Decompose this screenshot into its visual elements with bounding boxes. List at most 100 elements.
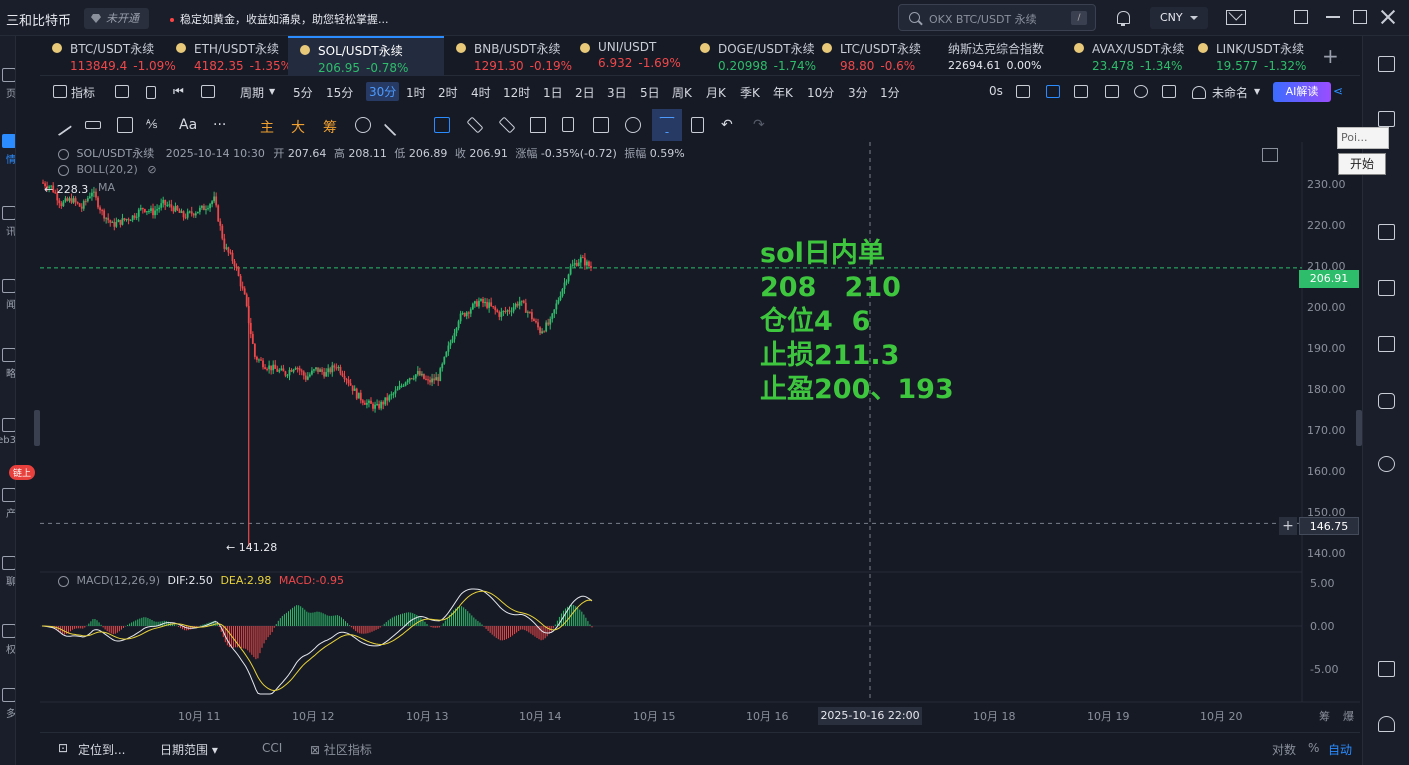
tab-symbol[interactable]: BNB/USDT永续 1291.30 -0.19% xyxy=(444,36,572,76)
wave-icon[interactable]: ⅍ xyxy=(146,117,157,131)
robot-icon[interactable] xyxy=(1378,393,1395,409)
coin-icon[interactable] xyxy=(1378,456,1395,472)
period-option[interactable]: 季K xyxy=(740,84,760,101)
sidebar-item-market[interactable]: 情 xyxy=(0,134,15,166)
fullscreen-icon[interactable] xyxy=(1262,148,1278,162)
eraser-icon[interactable] xyxy=(383,113,407,137)
period-option[interactable]: 4时 xyxy=(471,84,491,101)
bell-icon[interactable] xyxy=(1113,8,1133,28)
eye-hidden-icon[interactable]: ⊘ xyxy=(147,163,156,176)
period-option[interactable]: 3分 xyxy=(848,84,868,101)
collapse-icon[interactable] xyxy=(58,164,69,176)
split-icon[interactable] xyxy=(146,86,156,99)
collapse-icon[interactable] xyxy=(58,148,69,160)
big-order-button[interactable]: 大 xyxy=(291,117,305,137)
tab-symbol[interactable]: UNI/USDT 6.932 -1.69% xyxy=(568,36,688,76)
main-indicator-button[interactable]: 主 xyxy=(260,117,274,137)
tab-symbol[interactable]: AVAX/USDT永续 23.478 -1.34% xyxy=(1062,36,1186,76)
period-option[interactable]: 月K xyxy=(706,84,726,101)
ai-interpret-button[interactable]: AI解读 xyxy=(1273,82,1331,102)
sync-icon[interactable] xyxy=(355,117,371,133)
rewind-icon[interactable]: ⏮ xyxy=(173,84,184,99)
sidebar-item-more[interactable]: 多 xyxy=(0,688,15,720)
locate-icon[interactable]: ⊡ xyxy=(58,741,68,755)
tab-symbol[interactable]: ETH/USDT永续 4182.35 -1.35% xyxy=(164,36,292,76)
price-chart[interactable] xyxy=(40,142,1360,732)
period-option[interactable]: 2日 xyxy=(575,84,595,101)
card-icon[interactable] xyxy=(1378,336,1395,352)
period-option[interactable]: 12时 xyxy=(503,84,530,101)
chart-type-icon[interactable] xyxy=(201,85,215,98)
pin-window-icon[interactable] xyxy=(1294,10,1308,24)
redo-icon[interactable]: ↷ xyxy=(753,117,765,133)
magnet-icon[interactable] xyxy=(625,117,641,133)
sidebar-item-news[interactable]: 闻 xyxy=(0,279,15,311)
period-option[interactable]: 15分 xyxy=(326,84,353,101)
cloud-icon[interactable] xyxy=(1192,86,1206,99)
news-ticker[interactable]: 稳定如黄金，收益如涌泉，助您轻松掌握... xyxy=(170,11,389,27)
minimize-icon[interactable] xyxy=(1326,16,1340,18)
trash-icon[interactable] xyxy=(691,117,704,133)
ruler-icon[interactable] xyxy=(85,121,101,129)
left-panel-handle[interactable] xyxy=(34,410,40,446)
indicator-icon[interactable] xyxy=(53,85,67,98)
period-option[interactable]: 1时 xyxy=(406,84,426,101)
tab-symbol[interactable]: DOGE/USDT永续 0.20998 -1.74% xyxy=(688,36,816,76)
log-scale-button[interactable]: 对数 xyxy=(1272,741,1296,758)
collapse-icon[interactable] xyxy=(58,575,69,587)
headset-icon[interactable] xyxy=(1378,716,1395,732)
chips-button[interactable]: 筹 xyxy=(323,117,337,137)
period-option[interactable]: 周K xyxy=(672,84,692,101)
undo-icon[interactable]: ↶ xyxy=(721,117,733,133)
list-icon[interactable] xyxy=(1378,56,1395,72)
percent-scale-button[interactable]: % xyxy=(1308,741,1319,755)
period-option[interactable]: 10分 xyxy=(807,84,834,101)
chart-box-icon[interactable] xyxy=(593,117,609,133)
document-icon[interactable] xyxy=(1378,111,1395,127)
right-panel-handle[interactable] xyxy=(1356,410,1362,446)
period-option[interactable]: 1日 xyxy=(543,84,563,101)
tab-symbol[interactable]: BTC/USDT永续 113849.4 -1.09% xyxy=(40,36,176,76)
period-dropdown[interactable]: 周期 xyxy=(240,84,264,101)
search-input[interactable]: OKX BTC/USDT 永续 / xyxy=(898,4,1096,31)
chart-area[interactable]: SOL/USDT永续 2025-10-14 10:30 开 207.64 高 2… xyxy=(40,142,1360,732)
calendar-icon[interactable] xyxy=(115,85,129,98)
community-indicator-button[interactable]: ⊠ 社区指标 xyxy=(310,741,372,758)
sidebar-item-assets[interactable]: 产 xyxy=(0,488,15,520)
period-option[interactable]: 30分 xyxy=(366,82,400,101)
sidebar-item-web3[interactable]: eb3 xyxy=(0,418,15,446)
period-option[interactable]: 年K xyxy=(773,84,793,101)
sidebar-item-chat[interactable]: 聊 xyxy=(0,556,15,588)
poi-input[interactable]: Poi... xyxy=(1337,127,1389,149)
macd-indicator-label[interactable]: MACD(12,26,9) DIF:2.50 DEA:2.98 MACD:-0.… xyxy=(58,574,344,587)
window-icon[interactable] xyxy=(1378,661,1395,677)
copy-icon[interactable] xyxy=(434,117,450,133)
mail-icon[interactable] xyxy=(1226,10,1246,25)
sidebar-item-strategy[interactable]: 略 xyxy=(0,348,15,380)
sidebar-item-news-flash[interactable]: 讯 xyxy=(0,206,15,238)
axis-corner-burst[interactable]: 爆 xyxy=(1343,708,1354,724)
camera-icon[interactable] xyxy=(1016,85,1030,98)
add-tab-icon[interactable]: + xyxy=(1322,44,1339,68)
axis-corner-chips[interactable]: 筹 xyxy=(1319,708,1330,724)
grid-icon[interactable] xyxy=(1162,85,1176,98)
period-option[interactable]: 5日 xyxy=(640,84,660,101)
text-tool-button[interactable]: Aa xyxy=(179,117,197,133)
window-icon[interactable] xyxy=(1074,85,1088,98)
maximize-icon[interactable] xyxy=(1353,10,1367,24)
filter-tool[interactable] xyxy=(652,109,682,141)
sidebar-item-home[interactable]: 页 xyxy=(0,68,15,100)
period-option[interactable]: 1分 xyxy=(880,84,900,101)
tab-symbol[interactable]: LINK/USDT永续 19.577 -1.32% xyxy=(1186,36,1310,76)
tab-symbol[interactable]: LTC/USDT永续 98.80 -0.6% xyxy=(810,36,930,76)
auto-scale-button[interactable]: 自动 xyxy=(1328,741,1352,758)
trend-icon[interactable] xyxy=(1378,224,1395,240)
brush-icon[interactable] xyxy=(498,116,516,134)
close-icon[interactable] xyxy=(1381,10,1395,24)
rectangle-icon[interactable] xyxy=(117,117,133,133)
indicator-button[interactable]: 指标 xyxy=(71,84,95,101)
account-badge[interactable]: 未开通 xyxy=(84,8,149,29)
tab-symbol[interactable]: SOL/USDT永续 206.95 -0.78% xyxy=(288,36,444,76)
start-button[interactable]: 开始 xyxy=(1338,153,1386,175)
boll-indicator-label[interactable]: BOLL(20,2) ⊘ xyxy=(58,163,157,176)
